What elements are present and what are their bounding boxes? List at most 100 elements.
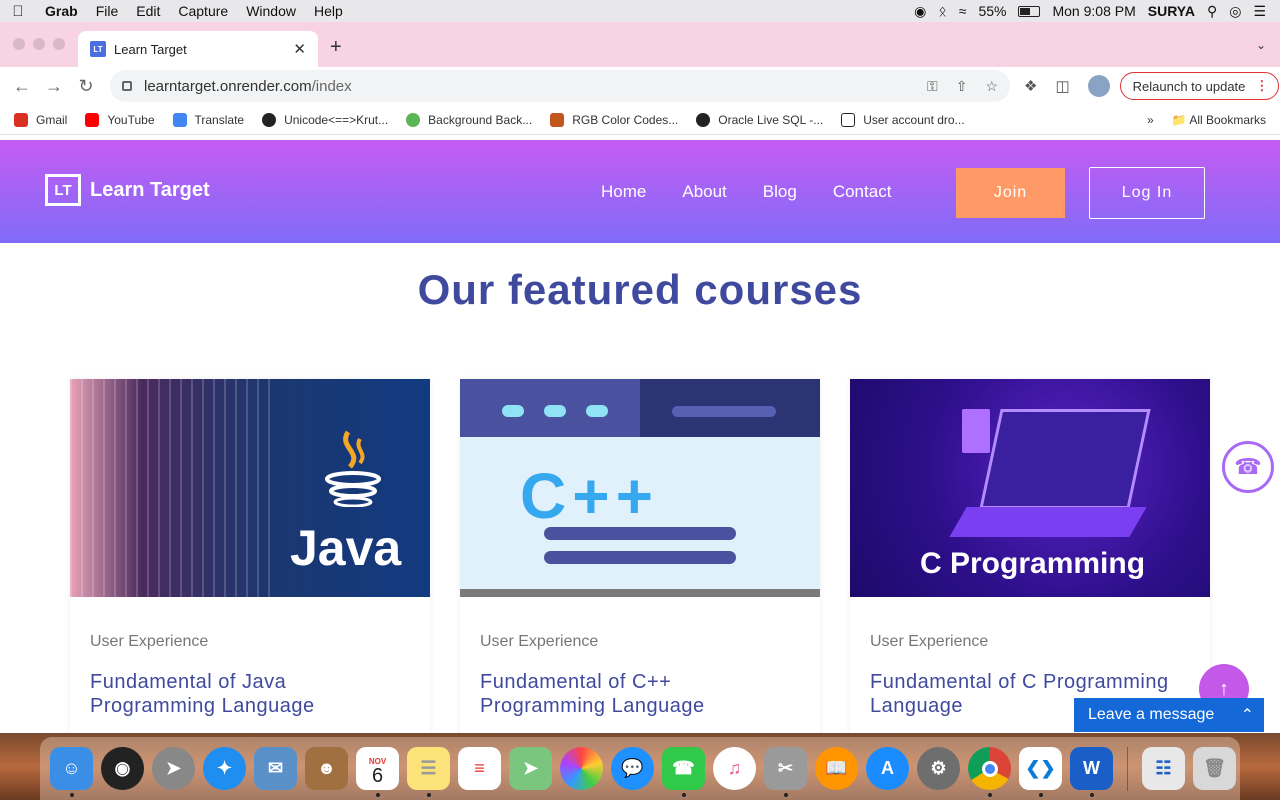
calendar-icon[interactable]: NOV 6 [356, 747, 399, 797]
bookmark-unicode[interactable]: Unicode<==>Krut... [262, 112, 388, 127]
close-window-icon[interactable] [13, 38, 25, 50]
maximize-window-icon[interactable] [53, 38, 65, 50]
apple-icon[interactable]:  [0, 3, 36, 20]
browser-tab-active[interactable]: LT Learn Target ✕ [78, 31, 318, 67]
minimize-window-icon[interactable] [33, 38, 45, 50]
bookmark-translate[interactable]: Translate [172, 112, 245, 127]
spotlight-search-icon[interactable]: ⚲ [1207, 3, 1217, 20]
word-icon[interactable]: W [1070, 747, 1113, 797]
course-card-java[interactable]: Java User Experience Fundamental of Java… [70, 379, 430, 739]
bluetooth-icon[interactable]: ᛟ [938, 3, 946, 19]
back-arrow-icon[interactable]: ← [6, 76, 38, 97]
tab-search-chevron-icon[interactable]: ⌄ [1256, 38, 1266, 52]
siri-icon[interactable]: ◉ [101, 747, 144, 790]
system-preferences-gear-icon[interactable]: ⚙ [917, 747, 960, 790]
all-bookmarks-label: All Bookmarks [1189, 112, 1266, 127]
menu-file[interactable]: File [87, 3, 128, 19]
whatsapp-phone-icon[interactable]: ☎ [1222, 441, 1274, 493]
bookmark-user-account[interactable]: User account dro... [841, 112, 965, 127]
mail-stamp-icon[interactable]: ✉ [254, 747, 297, 790]
forward-arrow-icon[interactable]: → [38, 76, 70, 97]
siri-icon[interactable]: ◎ [1229, 3, 1241, 20]
more-menu-icon[interactable]: ⋮ [1255, 78, 1268, 94]
new-tab-icon[interactable]: + [330, 36, 342, 59]
app-store-icon[interactable]: A [866, 747, 909, 790]
notes-icon[interactable]: ☰ [407, 747, 450, 797]
wifi-icon[interactable]: ≈ [959, 3, 967, 19]
extensions-puzzle-icon[interactable]: ❖ [1024, 77, 1037, 95]
macos-menu-bar:  Grab File Edit Capture Window Help ◉ ᛟ… [0, 0, 1280, 22]
launchpad-rocket-icon[interactable]: ➤ [152, 747, 195, 790]
menu-window[interactable]: Window [237, 3, 305, 19]
chevron-up-icon[interactable]: ⌃ [1241, 705, 1254, 725]
bookmark-background[interactable]: Background Back... [406, 112, 532, 127]
share-icon[interactable]: ⇧ [956, 78, 968, 95]
bookmark-gmail[interactable]: Gmail [14, 112, 67, 127]
menu-app-name[interactable]: Grab [36, 3, 87, 19]
menu-help[interactable]: Help [305, 3, 352, 19]
code-line-decoration [544, 551, 736, 564]
document-preview-icon[interactable]: ☷ [1142, 747, 1185, 790]
relaunch-to-update-button[interactable]: Relaunch to update ⋮ [1119, 72, 1280, 100]
course-card-c[interactable]: C Programming User Experience Fundamenta… [850, 379, 1210, 739]
course-image-cpp[interactable]: C++ [460, 379, 820, 597]
finder-icon[interactable]: ☺ [50, 747, 93, 797]
nav-blog[interactable]: Blog [763, 182, 797, 202]
all-bookmarks-folder[interactable]: 📁 All Bookmarks [1172, 113, 1266, 127]
course-title[interactable]: Fundamental of C++ Programming Language [480, 670, 800, 718]
bookmark-rgb-color-codes[interactable]: RGB Color Codes... [550, 112, 678, 127]
bookmark-youtube[interactable]: YouTube [85, 112, 155, 127]
side-panel-icon[interactable]: ◫ [1055, 77, 1069, 95]
contacts-icon[interactable]: ☻ [305, 747, 348, 790]
menubar-clock[interactable]: Mon 9:08 PM [1052, 3, 1135, 19]
safari-compass-icon[interactable]: ✦ [203, 747, 246, 790]
menu-edit[interactable]: Edit [127, 3, 169, 19]
trash-icon[interactable]: 🗑 [1193, 747, 1236, 790]
join-button[interactable]: Join [956, 168, 1065, 218]
course-image-c[interactable]: C Programming [850, 379, 1210, 597]
reminders-icon[interactable]: ≡ [458, 747, 501, 790]
code-lines-decoration [70, 379, 270, 597]
leave-message-label: Leave a message [1088, 706, 1215, 723]
bookmark-oracle-live-sql[interactable]: Oracle Live SQL -... [696, 112, 823, 127]
battery-icon[interactable] [1018, 5, 1041, 17]
control-center-icon[interactable]: ☰ [1253, 3, 1266, 20]
vscode-icon[interactable]: ❮❯ [1019, 747, 1062, 797]
facetime-icon[interactable]: ☎ [662, 747, 705, 797]
course-image-java[interactable]: Java [70, 379, 430, 597]
bookmark-label: Translate [194, 112, 245, 127]
more-bookmarks-chevron-icon[interactable]: » [1147, 113, 1154, 127]
photos-icon[interactable] [560, 747, 603, 790]
books-icon[interactable]: 📖 [815, 747, 858, 790]
java-cup-icon [325, 430, 381, 507]
globe-icon [696, 112, 711, 127]
maps-icon[interactable]: ➤ [509, 747, 552, 790]
address-bar[interactable]: learntarget.onrender.com/index ⚿ ⇧ ☆ [110, 70, 1010, 102]
music-note-icon[interactable]: ♫ [713, 747, 756, 790]
bookmark-label: YouTube [107, 112, 155, 127]
window-controls [13, 38, 65, 50]
grab-scissors-icon[interactable]: ✂ [764, 747, 807, 797]
menu-capture[interactable]: Capture [169, 3, 237, 19]
messages-icon[interactable]: 💬 [611, 747, 654, 790]
site-logo[interactable]: LT Learn Target [45, 174, 210, 206]
key-icon[interactable]: ⚿ [927, 78, 938, 95]
nav-contact[interactable]: Contact [833, 182, 892, 202]
reload-icon[interactable]: ↻ [70, 76, 102, 97]
menubar-user[interactable]: SURYA [1148, 3, 1195, 19]
profile-avatar[interactable] [1087, 75, 1110, 97]
tab-close-icon[interactable]: ✕ [293, 40, 306, 58]
rgb-site-icon [550, 112, 565, 127]
course-card-cpp[interactable]: C++ User Experience Fundamental of C++ P… [460, 379, 820, 739]
login-button[interactable]: Log In [1089, 167, 1205, 219]
lock-icon[interactable] [122, 81, 132, 91]
leave-message-chat-widget[interactable]: Leave a message ⌃ [1074, 698, 1264, 732]
course-title[interactable]: Fundamental of Java Programming Language [90, 670, 410, 718]
nav-home[interactable]: Home [601, 182, 646, 202]
chrome-icon[interactable] [968, 747, 1011, 797]
bookmark-star-icon[interactable]: ☆ [985, 78, 998, 95]
creative-cloud-icon[interactable]: ◉ [914, 3, 926, 20]
nav-about[interactable]: About [682, 182, 726, 202]
battery-percent[interactable]: 55% [978, 3, 1006, 19]
window-bottom-bar [460, 589, 820, 597]
